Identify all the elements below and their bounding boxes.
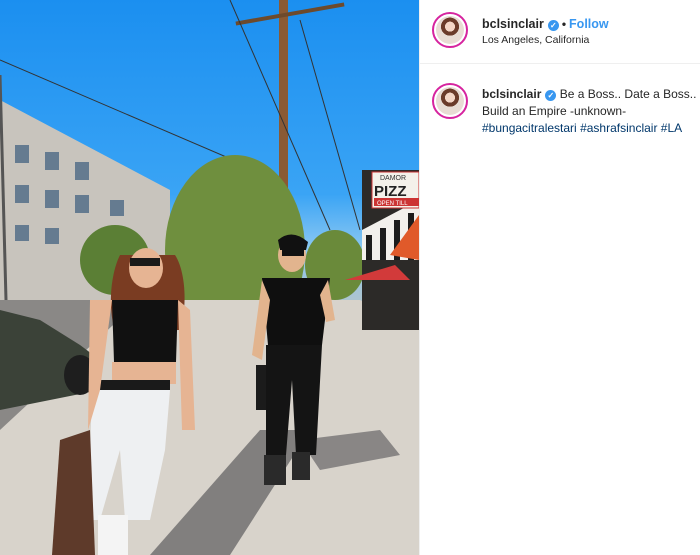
- header-user-row: bclsinclair ✓ • Follow: [482, 17, 609, 31]
- photo-scene: DAMOR PIZZ OPEN TILL: [0, 0, 419, 555]
- caption-comment: bclsinclair ✓ Be a Boss.. Date a Boss.. B…: [420, 80, 700, 140]
- caption-avatar[interactable]: [432, 83, 468, 119]
- caption-username-link[interactable]: bclsinclair: [482, 87, 541, 101]
- avatar[interactable]: [432, 12, 468, 48]
- post-side-panel: bclsinclair ✓ • Follow Los Angeles, Califor…: [420, 0, 700, 555]
- sign-top-text: DAMOR: [380, 175, 406, 182]
- sign-main-text: PIZZ: [374, 183, 407, 200]
- location-link[interactable]: Los Angeles, California: [482, 34, 589, 46]
- sign-bottom-text: OPEN TILL: [377, 201, 408, 207]
- caption-verified-badge-icon: ✓: [545, 90, 557, 101]
- hashtag-link[interactable]: #ashrafsinclair: [580, 121, 657, 135]
- hashtag-link[interactable]: #LA: [661, 121, 682, 135]
- separator-dot: •: [561, 17, 567, 31]
- caption-line-1: Be a Boss.. Date a Boss..: [559, 87, 697, 101]
- verified-badge-icon: ✓: [547, 20, 559, 31]
- post-header: bclsinclair ✓ • Follow Los Angeles, Califor…: [420, 0, 700, 64]
- follow-button[interactable]: Follow: [569, 17, 609, 31]
- username-link[interactable]: bclsinclair: [482, 17, 544, 31]
- caption-text: bclsinclair ✓ Be a Boss.. Date a Boss.. B…: [482, 86, 700, 137]
- power-pole: [279, 0, 288, 200]
- hashtag-link[interactable]: #bungacitralestari: [482, 121, 577, 135]
- post-photo[interactable]: DAMOR PIZZ OPEN TILL: [0, 0, 419, 555]
- caption-line-2: Build an Empire -unknown-: [482, 104, 627, 118]
